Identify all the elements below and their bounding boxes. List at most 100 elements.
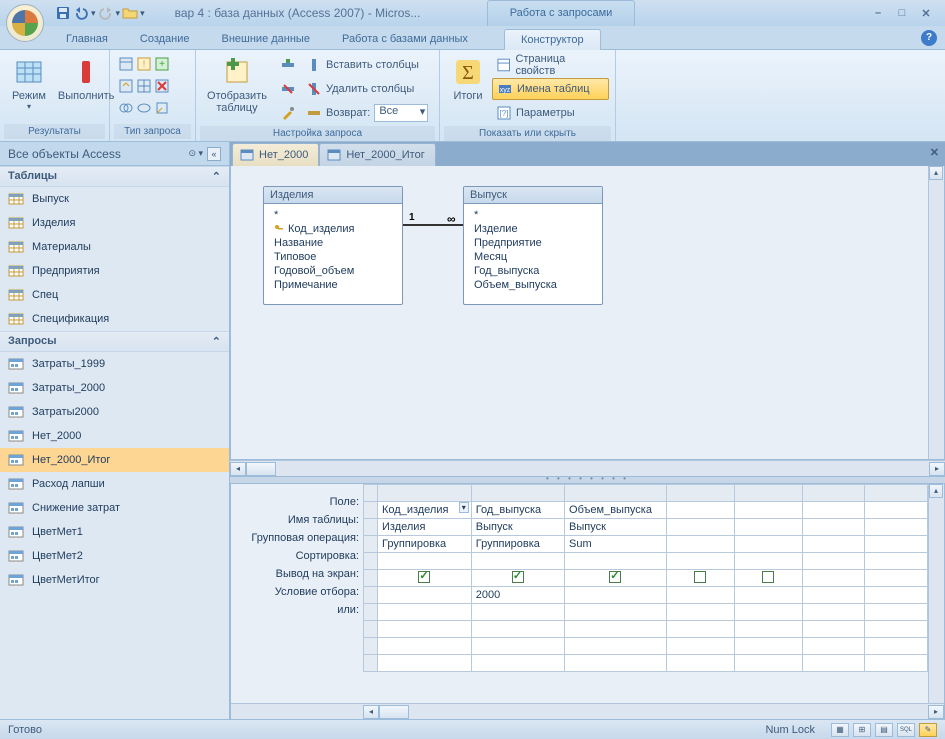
field-star[interactable]: * bbox=[472, 208, 594, 222]
nav-query-item[interactable]: Затраты2000 bbox=[0, 400, 229, 424]
grid-cell[interactable] bbox=[378, 553, 472, 570]
doc-tab-2[interactable]: Нет_2000_Итог bbox=[319, 143, 435, 166]
grid-cell[interactable] bbox=[471, 485, 564, 502]
redo-dropdown[interactable]: ▾ bbox=[116, 8, 121, 19]
grid-cell[interactable] bbox=[802, 638, 865, 655]
grid-hscroll[interactable]: ◂▸ bbox=[231, 703, 944, 719]
grid-cell[interactable] bbox=[666, 587, 734, 604]
row-selector[interactable] bbox=[364, 536, 378, 553]
grid-cell[interactable] bbox=[802, 621, 865, 638]
field-key[interactable]: Код_изделия bbox=[272, 222, 394, 236]
grid-cell[interactable] bbox=[865, 655, 928, 672]
field[interactable]: Месяц bbox=[472, 250, 594, 264]
grid-cell[interactable] bbox=[666, 553, 734, 570]
grid-cell[interactable] bbox=[471, 553, 564, 570]
grid-cell[interactable] bbox=[666, 519, 734, 536]
nav-query-item[interactable]: Затраты_1999 bbox=[0, 352, 229, 376]
grid-cell[interactable]: Год_выпуска bbox=[471, 502, 564, 519]
grid-cell[interactable] bbox=[565, 621, 667, 638]
row-selector[interactable] bbox=[364, 502, 378, 519]
insert-rows-button[interactable] bbox=[276, 54, 300, 76]
crosstab-query-icon[interactable] bbox=[136, 78, 152, 97]
row-selector[interactable] bbox=[364, 587, 378, 604]
grid-cell[interactable] bbox=[565, 485, 667, 502]
maximize-button[interactable]: □ bbox=[896, 7, 908, 19]
datadefinition-query-icon[interactable] bbox=[154, 100, 170, 119]
delete-query-icon[interactable] bbox=[154, 78, 170, 97]
grid-cell[interactable] bbox=[865, 638, 928, 655]
help-button[interactable]: ? bbox=[921, 30, 937, 46]
nav-table-item[interactable]: Спецификация bbox=[0, 307, 229, 331]
grid-table[interactable]: Код_изделия▾Год_выпускаОбъем_выпускаИзде… bbox=[363, 484, 928, 703]
update-query-icon[interactable] bbox=[118, 78, 134, 97]
grid-cell[interactable] bbox=[471, 638, 564, 655]
grid-cell[interactable] bbox=[865, 587, 928, 604]
grid-cell[interactable] bbox=[865, 536, 928, 553]
grid-cell[interactable]: Группировка bbox=[378, 536, 472, 553]
grid-cell[interactable] bbox=[666, 604, 734, 621]
grid-vscroll[interactable]: ▴ bbox=[928, 484, 944, 703]
show-table-button[interactable]: Отобразить таблицу bbox=[202, 54, 272, 116]
redo-icon[interactable] bbox=[98, 5, 114, 21]
grid-cell[interactable] bbox=[471, 604, 564, 621]
union-query-icon[interactable] bbox=[118, 100, 134, 119]
grid-cell[interactable] bbox=[865, 519, 928, 536]
tab-home[interactable]: Главная bbox=[50, 29, 124, 49]
grid-cell[interactable] bbox=[865, 485, 928, 502]
splitter[interactable]: • • • • • • • • bbox=[230, 476, 945, 484]
tab-design[interactable]: Конструктор bbox=[504, 29, 601, 50]
show-checkbox[interactable] bbox=[418, 571, 430, 583]
grid-cell[interactable] bbox=[378, 604, 472, 621]
select-query-icon[interactable] bbox=[118, 56, 134, 75]
nav-query-item[interactable]: Нет_2000 bbox=[0, 424, 229, 448]
field[interactable]: Год_выпуска bbox=[472, 264, 594, 278]
field[interactable]: Примечание bbox=[272, 278, 394, 292]
grid-cell[interactable] bbox=[565, 604, 667, 621]
grid-cell[interactable] bbox=[565, 587, 667, 604]
grid-cell[interactable] bbox=[666, 638, 734, 655]
view-datasheet-button[interactable]: ▦ bbox=[831, 723, 849, 737]
row-selector[interactable] bbox=[364, 604, 378, 621]
grid-cell[interactable]: Изделия bbox=[378, 519, 472, 536]
grid-cell[interactable] bbox=[865, 604, 928, 621]
grid-cell[interactable]: 2000 bbox=[471, 587, 564, 604]
grid-cell[interactable] bbox=[865, 621, 928, 638]
nav-queries-header[interactable]: Запросы⌃ bbox=[0, 331, 229, 352]
nav-query-item[interactable]: ЦветМет2 bbox=[0, 544, 229, 568]
nav-table-item[interactable]: Материалы bbox=[0, 235, 229, 259]
close-button[interactable]: ✕ bbox=[920, 7, 932, 19]
grid-cell[interactable] bbox=[378, 621, 472, 638]
nav-collapse-button[interactable]: « bbox=[207, 147, 221, 161]
grid-cell[interactable] bbox=[734, 570, 802, 587]
grid-cell[interactable] bbox=[802, 553, 865, 570]
delete-columns-button[interactable]: Удалить столбцы bbox=[302, 78, 432, 100]
grid-cell[interactable] bbox=[865, 570, 928, 587]
grid-cell[interactable] bbox=[802, 519, 865, 536]
grid-cell[interactable] bbox=[734, 485, 802, 502]
field[interactable]: Объем_выпуска bbox=[472, 278, 594, 292]
nav-table-item[interactable]: Изделия bbox=[0, 211, 229, 235]
return-combo[interactable]: Все bbox=[374, 104, 428, 122]
table-names-button[interactable]: xyzИмена таблиц bbox=[492, 78, 609, 100]
row-selector[interactable] bbox=[364, 553, 378, 570]
grid-cell[interactable] bbox=[802, 485, 865, 502]
grid-cell[interactable] bbox=[471, 570, 564, 587]
grid-cell[interactable] bbox=[378, 570, 472, 587]
grid-cell[interactable] bbox=[666, 621, 734, 638]
view-design-button[interactable]: ✎ bbox=[919, 723, 937, 737]
grid-cell[interactable] bbox=[802, 604, 865, 621]
grid-cell[interactable] bbox=[734, 638, 802, 655]
grid-cell[interactable] bbox=[734, 604, 802, 621]
view-button[interactable]: Режим ▾ bbox=[6, 54, 52, 113]
grid-cell[interactable] bbox=[666, 570, 734, 587]
grid-cell[interactable] bbox=[471, 621, 564, 638]
grid-cell[interactable]: Sum bbox=[565, 536, 667, 553]
table-box-vypusk[interactable]: Выпуск * Изделие Предприятие Месяц Год_в… bbox=[463, 186, 603, 305]
undo-icon[interactable] bbox=[73, 5, 89, 21]
nav-query-item[interactable]: Затраты_2000 bbox=[0, 376, 229, 400]
grid-cell[interactable]: Объем_выпуска bbox=[565, 502, 667, 519]
append-query-icon[interactable]: + bbox=[154, 56, 170, 75]
grid-cell[interactable] bbox=[734, 536, 802, 553]
field[interactable]: Изделие bbox=[472, 222, 594, 236]
field[interactable]: Название bbox=[272, 236, 394, 250]
